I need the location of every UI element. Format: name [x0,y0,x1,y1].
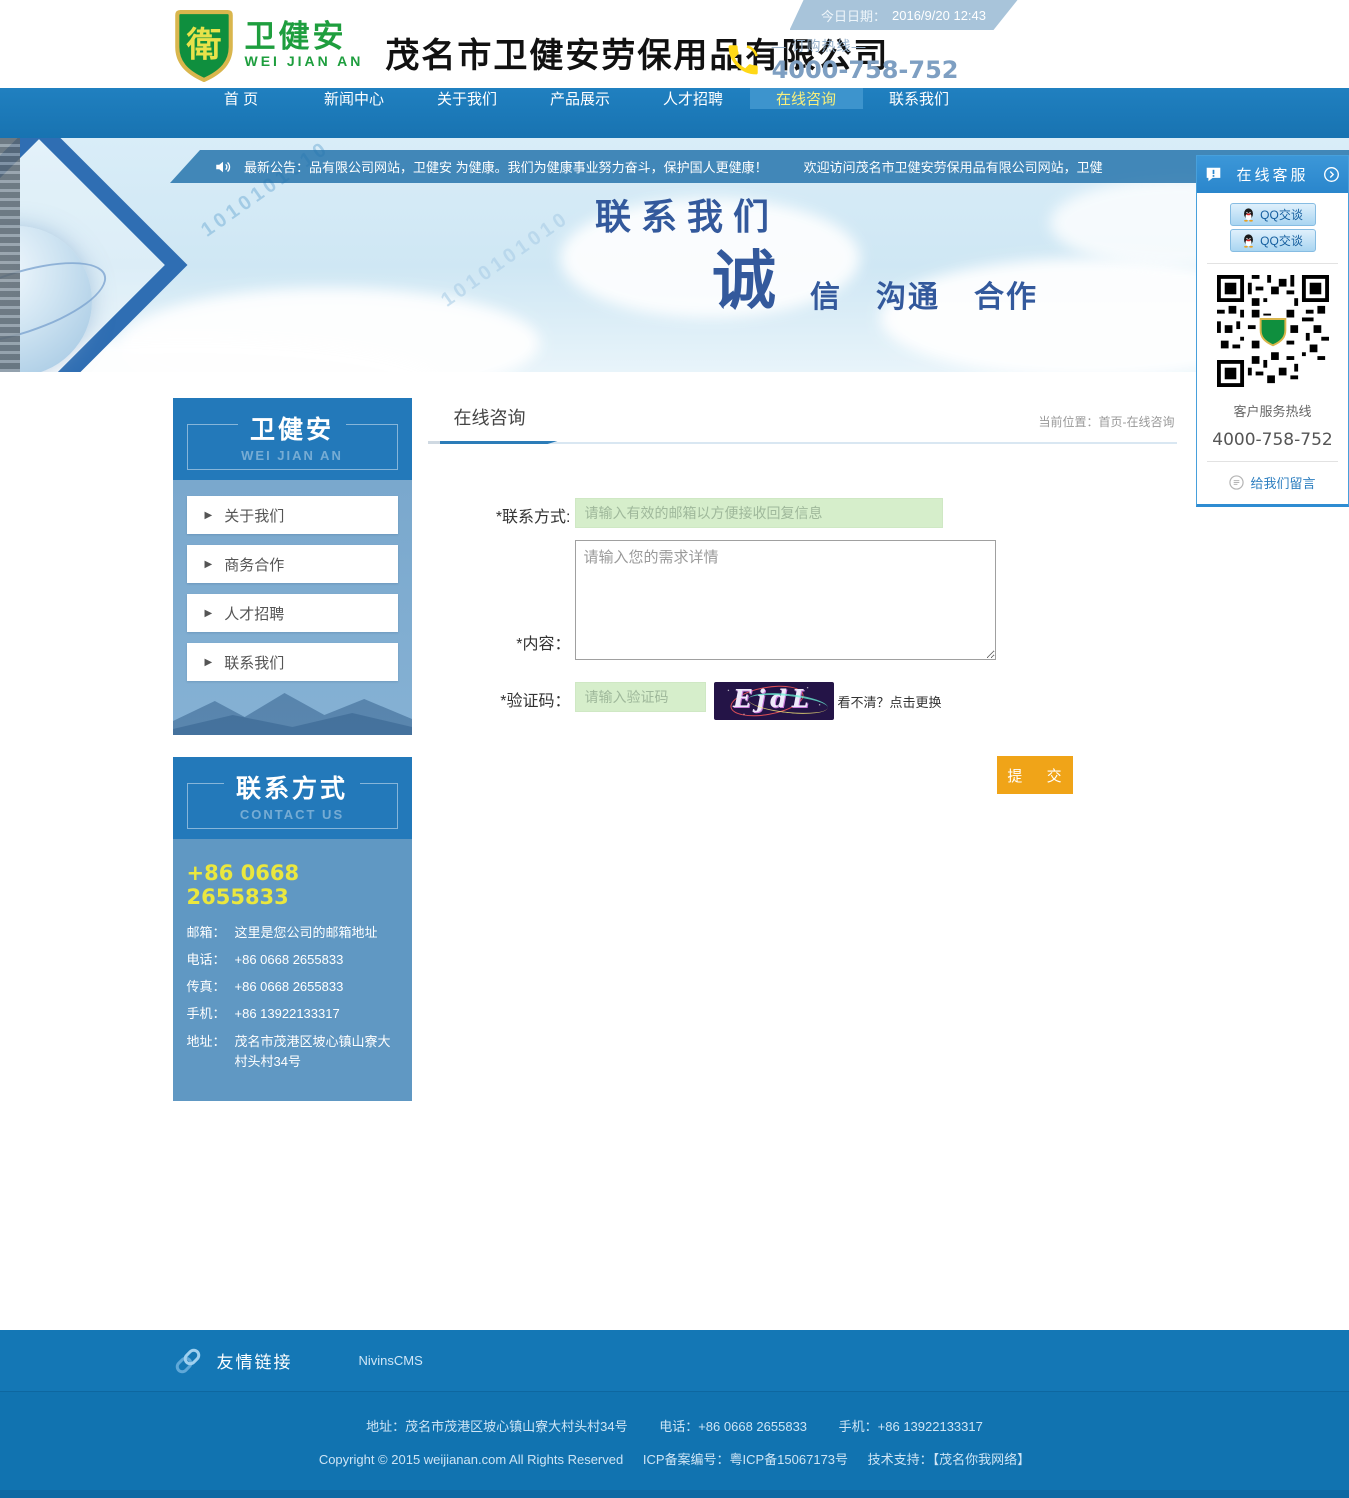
announcement-bar: 最新公告：品有限公司网站，卫健安 为健康。我们为健康事业努力奋斗，保护国人更健康… [170,150,1349,183]
service-hotline-label: 客户服务热线 [1205,401,1340,420]
qq-penguin-icon [1242,208,1255,222]
content-textarea[interactable] [575,540,996,660]
contact-row-fax: 传真：+86 0668 2655833 [187,977,398,997]
sidebar-item-business[interactable]: ▶商务合作 [187,545,398,583]
nav-item-about[interactable]: 关于我们 [411,88,524,109]
contact-row-address: 地址：茂名市茂港区坡心镇山寮大村头村34号 [187,1032,398,1072]
footer-address: 地址：茂名市茂港区坡心镇山寮大村头村34号 [366,1419,627,1434]
service-hotline-number: 4000-758-752 [1205,430,1340,450]
footer-support: 技术支持：【茂名你我网络】 [868,1452,1031,1467]
footer-phone: 电话：+86 0668 2655833 [659,1419,807,1434]
captcha-image[interactable]: EjdL [714,682,834,720]
contact-title: 联系方式 [224,769,360,805]
captcha-label: *验证码： [440,682,575,720]
captcha-refresh-link[interactable]: 看不清？点击更换 [838,692,942,711]
contact-subtitle: CONTACT US [173,807,412,822]
logo-shield-icon: 衛 [173,8,235,82]
page: 衛 卫健安 WEI JIAN AN 茂名市卫健安劳保用品有限公司 今日日期： 2… [0,0,1349,1498]
sidebar-menu-box: 卫健安 WEI JIAN AN ▶关于我们 ▶商务合作 ▶人才招聘 ▶联系我们 [173,398,412,735]
qq-penguin-icon [1242,234,1255,248]
order-hotline: — 订购热线— 4000-758-752 [724,36,959,84]
triangle-icon: ▶ [205,608,213,619]
content-label: *内容： [440,625,575,660]
banner: 1010101010 1010101010 最新公告：品有限公司网站，卫健安 为… [0,138,1349,372]
nav-item-products[interactable]: 产品展示 [524,88,637,109]
contact-method-label: *联系方式: [440,498,575,528]
nav-item-home[interactable]: 首 页 [185,88,298,109]
contact-method-input[interactable] [575,498,943,528]
chat-bubble-icon [1205,166,1222,183]
hotline-label: — 订购热线— [772,36,959,56]
phone-icon [724,41,762,79]
contact-row-email: 邮箱：这里是您公司的邮箱地址 [187,923,398,943]
sidebar-item-contact[interactable]: ▶联系我们 [187,643,398,681]
nav-item-contact[interactable]: 联系我们 [863,88,976,109]
date-label: 今日日期： [821,6,886,25]
friend-link-nivinscms[interactable]: NivinsCMS [359,1353,423,1368]
message-icon [1229,475,1244,490]
mountain-decor [173,677,412,735]
qr-center-logo [1259,316,1286,347]
main-nav: 首 页 新闻中心 关于我们 产品展示 人才招聘 在线咨询 联系我们 [0,88,1349,138]
sidebar-contact-box: 联系方式 CONTACT US +86 0668 2655833 邮箱：这里是您… [173,757,412,1101]
submit-button[interactable]: 提 交 [997,756,1073,794]
logo-subtext: WEI JIAN AN [245,53,364,69]
online-service-panel: 在线客服 QQ交谈 [1196,155,1349,507]
sidebar-item-jobs[interactable]: ▶人才招聘 [187,594,398,632]
announcement-text-2: 欢迎访问茂名市卫健安劳保用品有限公司网站，卫健 [804,157,1103,176]
footer: 地址：茂名市茂港区坡心镇山寮大村头村34号 电话：+86 0668 265583… [0,1392,1349,1498]
contact-phone-big: +86 0668 2655833 [187,861,398,909]
building-decor [0,138,20,372]
hotline-number: 4000-758-752 [772,56,959,84]
captcha-input[interactable] [575,682,706,712]
footer-icp: ICP备案编号：粤ICP备15067173号 [643,1452,848,1467]
sidebar-item-about[interactable]: ▶关于我们 [187,496,398,534]
banner-slogan: 诚 信 沟通 合作 [712,246,1038,316]
link-icon [173,1346,203,1376]
page-title: 在线咨询 [454,404,526,430]
chevron-right-circle-icon[interactable] [1323,166,1340,183]
friend-links-title: 友情链接 [217,1348,293,1373]
triangle-icon: ▶ [205,559,213,570]
sidebar: 卫健安 WEI JIAN AN ▶关于我们 ▶商务合作 ▶人才招聘 ▶联系我们 [173,398,412,1101]
nav-item-news[interactable]: 新闻中心 [298,88,411,109]
top-header: 衛 卫健安 WEI JIAN AN 茂名市卫健安劳保用品有限公司 今日日期： 2… [0,0,1349,88]
date-value: 2016/9/20 12:43 [892,8,986,23]
consult-form: *联系方式: *内容： *验证码： EjdL 看不清？点击更换 提 交 [440,444,1177,794]
breadcrumb: 当前位置：首页-在线咨询 [1039,413,1175,430]
service-panel-header: 在线客服 [1197,156,1348,193]
main-content: 卫健安 WEI JIAN AN ▶关于我们 ▶商务合作 ▶人才招聘 ▶联系我们 [0,372,1349,1330]
content-column: 在线咨询 当前位置：首页-在线咨询 *联系方式: *内容： *验 [440,398,1177,794]
sidebar-brand-subtitle: WEI JIAN AN [173,448,412,463]
qr-code-image [1217,275,1329,387]
qq-chat-button[interactable]: QQ交谈 [1230,229,1316,252]
date-ribbon: 今日日期： 2016/9/20 12:43 [790,0,1018,30]
nav-item-consult-active[interactable]: 在线咨询 [750,88,863,109]
qq-chat-button[interactable]: QQ交谈 [1230,203,1316,226]
contact-row-phone: 电话：+86 0668 2655833 [187,950,398,970]
leave-message-link[interactable]: 给我们留言 [1205,473,1340,492]
triangle-icon: ▶ [205,510,213,521]
nav-item-jobs[interactable]: 人才招聘 [637,88,750,109]
friend-links-bar: 友情链接 NivinsCMS [0,1330,1349,1392]
logo-text: 卫健安 [245,21,364,54]
sidebar-brand-title: 卫健安 [238,410,346,446]
triangle-icon: ▶ [205,657,213,668]
speaker-icon [214,158,232,176]
banner-title: 联系我们 [595,188,779,240]
footer-copyright: Copyright © 2015 weijianan.com All Right… [319,1452,623,1467]
service-panel-title: 在线客服 [1222,164,1323,185]
svg-text:衛: 衛 [185,25,221,64]
contact-row-mobile: 手机：+86 13922133317 [187,1004,398,1024]
announcement-text: 最新公告：品有限公司网站，卫健安 为健康。我们为健康事业努力奋斗，保护国人更健康… [244,157,768,176]
footer-mobile: 手机：+86 13922133317 [839,1419,983,1434]
